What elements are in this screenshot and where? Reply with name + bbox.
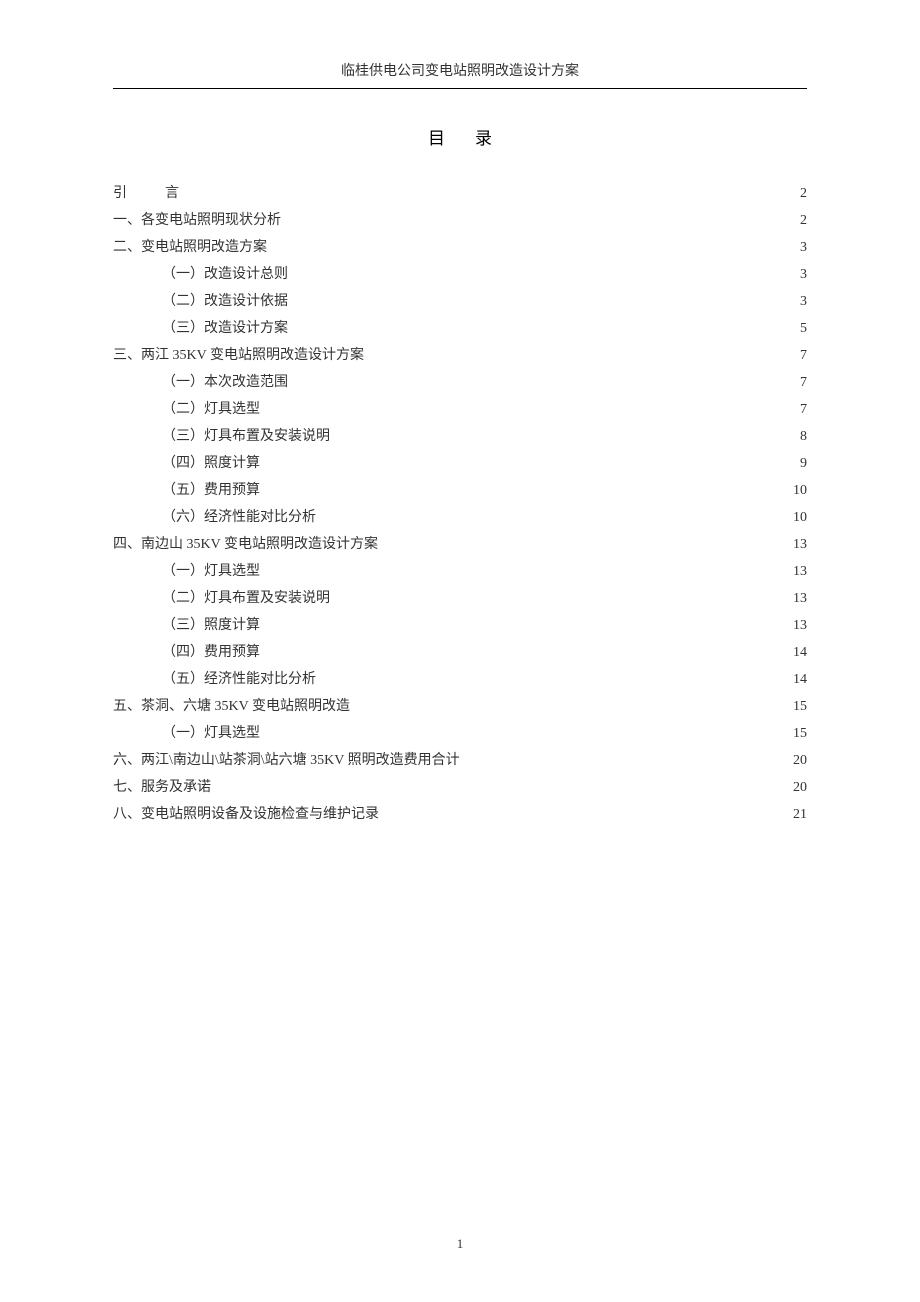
toc-entry: 一、各变电站照明现状分析 2 — [113, 214, 807, 228]
toc-entry-page: 3 — [800, 268, 807, 282]
toc-entry-label: （三）照度计算 — [113, 619, 260, 633]
toc-title: 目录 — [113, 124, 807, 149]
toc-entry-page: 20 — [793, 781, 807, 795]
toc-entry: （三）照度计算 13 — [113, 619, 807, 633]
toc-entry-page: 13 — [793, 565, 807, 579]
toc-entry-label: 四、南边山 35KV 变电站照明改造设计方案 — [113, 538, 378, 552]
page-header: 临桂供电公司变电站照明改造设计方案 — [113, 60, 807, 89]
toc-entry-label: （六）经济性能对比分析 — [113, 511, 316, 525]
toc-entry: （三）灯具布置及安装说明 8 — [113, 430, 807, 444]
toc-entry: 引 言 2 — [113, 187, 807, 201]
toc-entry-label: 三、两江 35KV 变电站照明改造设计方案 — [113, 349, 364, 363]
toc-entry-label: （四）费用预算 — [113, 646, 260, 660]
toc-entry-label: （五）经济性能对比分析 — [113, 673, 316, 687]
page-number: 1 — [0, 1236, 920, 1252]
table-of-contents: 引 言2一、各变电站照明现状分析2二、变电站照明改造方案3（一）改造设计总则3（… — [113, 187, 807, 822]
toc-entry-page: 15 — [793, 700, 807, 714]
toc-entry: 八、变电站照明设备及设施检查与维护记录 21 — [113, 808, 807, 822]
toc-entry-page: 14 — [793, 646, 807, 660]
toc-entry-page: 3 — [800, 295, 807, 309]
toc-entry-page: 2 — [800, 214, 807, 228]
toc-entry: 三、两江 35KV 变电站照明改造设计方案 7 — [113, 349, 807, 363]
toc-entry-page: 7 — [800, 403, 807, 417]
toc-entry: 六、两江\南边山\站茶洞\站六塘 35KV 照明改造费用合计 20 — [113, 754, 807, 768]
toc-entry-page: 3 — [800, 241, 807, 255]
toc-entry-label: （二）灯具选型 — [113, 403, 260, 417]
toc-entry: 二、变电站照明改造方案 3 — [113, 241, 807, 255]
toc-entry-page: 20 — [793, 754, 807, 768]
toc-entry: 七、服务及承诺 20 — [113, 781, 807, 795]
toc-entry-page: 13 — [793, 538, 807, 552]
document-page: 临桂供电公司变电站照明改造设计方案 目录 引 言 2 一、各变电站照明现状分析 2 二、… — [0, 0, 920, 822]
toc-entry-label: 五、茶洞、六塘 35KV 变电站照明改造 — [113, 700, 350, 714]
toc-entry-label: （一）本次改造范围 — [113, 376, 288, 390]
toc-entry-label: （一）改造设计总则 — [113, 268, 288, 282]
toc-entry-page: 10 — [793, 484, 807, 498]
toc-entry-label: （三）灯具布置及安装说明 — [113, 430, 330, 444]
toc-entry: （二）改造设计依据 3 — [113, 295, 807, 309]
toc-entry-page: 9 — [800, 457, 807, 471]
toc-entry-page: 10 — [793, 511, 807, 525]
toc-entry-label: 引 言 — [113, 187, 179, 201]
toc-entry: （二）灯具选型 7 — [113, 403, 807, 417]
toc-entry-page: 8 — [800, 430, 807, 444]
toc-entry-label: 八、变电站照明设备及设施检查与维护记录 — [113, 808, 379, 822]
toc-entry: 五、茶洞、六塘 35KV 变电站照明改造 15 — [113, 700, 807, 714]
toc-entry-label: （二）灯具布置及安装说明 — [113, 592, 330, 606]
toc-entry-page: 13 — [793, 592, 807, 606]
toc-entry-label: （一）灯具选型 — [113, 727, 260, 741]
toc-entry: （二）灯具布置及安装说明 13 — [113, 592, 807, 606]
toc-entry-label: （一）灯具选型 — [113, 565, 260, 579]
toc-entry-label: （四）照度计算 — [113, 457, 260, 471]
toc-entry: （四）费用预算 14 — [113, 646, 807, 660]
toc-entry-label: 一、各变电站照明现状分析 — [113, 214, 281, 228]
toc-entry-page: 7 — [800, 376, 807, 390]
toc-entry-label: 七、服务及承诺 — [113, 781, 211, 795]
toc-entry-label: （五）费用预算 — [113, 484, 260, 498]
toc-entry: （一）改造设计总则 3 — [113, 268, 807, 282]
toc-entry: （五）费用预算 10 — [113, 484, 807, 498]
toc-entry-page: 7 — [800, 349, 807, 363]
toc-entry-page: 15 — [793, 727, 807, 741]
toc-entry-page: 5 — [800, 322, 807, 336]
toc-entry: （三）改造设计方案 5 — [113, 322, 807, 336]
toc-entry: （五）经济性能对比分析 14 — [113, 673, 807, 687]
toc-entry: （一）本次改造范围 7 — [113, 376, 807, 390]
toc-entry-page: 14 — [793, 673, 807, 687]
toc-entry-label: 六、两江\南边山\站茶洞\站六塘 35KV 照明改造费用合计 — [113, 754, 460, 768]
toc-entry-page: 21 — [793, 808, 807, 822]
toc-entry: （六）经济性能对比分析 10 — [113, 511, 807, 525]
toc-entry-page: 2 — [800, 187, 807, 201]
toc-entry: （一）灯具选型 13 — [113, 565, 807, 579]
toc-entry-label: 二、变电站照明改造方案 — [113, 241, 267, 255]
toc-entry-label: （二）改造设计依据 — [113, 295, 288, 309]
toc-entry-page: 13 — [793, 619, 807, 633]
toc-entry-label: （三）改造设计方案 — [113, 322, 288, 336]
toc-entry: 四、南边山 35KV 变电站照明改造设计方案 13 — [113, 538, 807, 552]
toc-entry: （四）照度计算 9 — [113, 457, 807, 471]
toc-entry: （一）灯具选型 15 — [113, 727, 807, 741]
